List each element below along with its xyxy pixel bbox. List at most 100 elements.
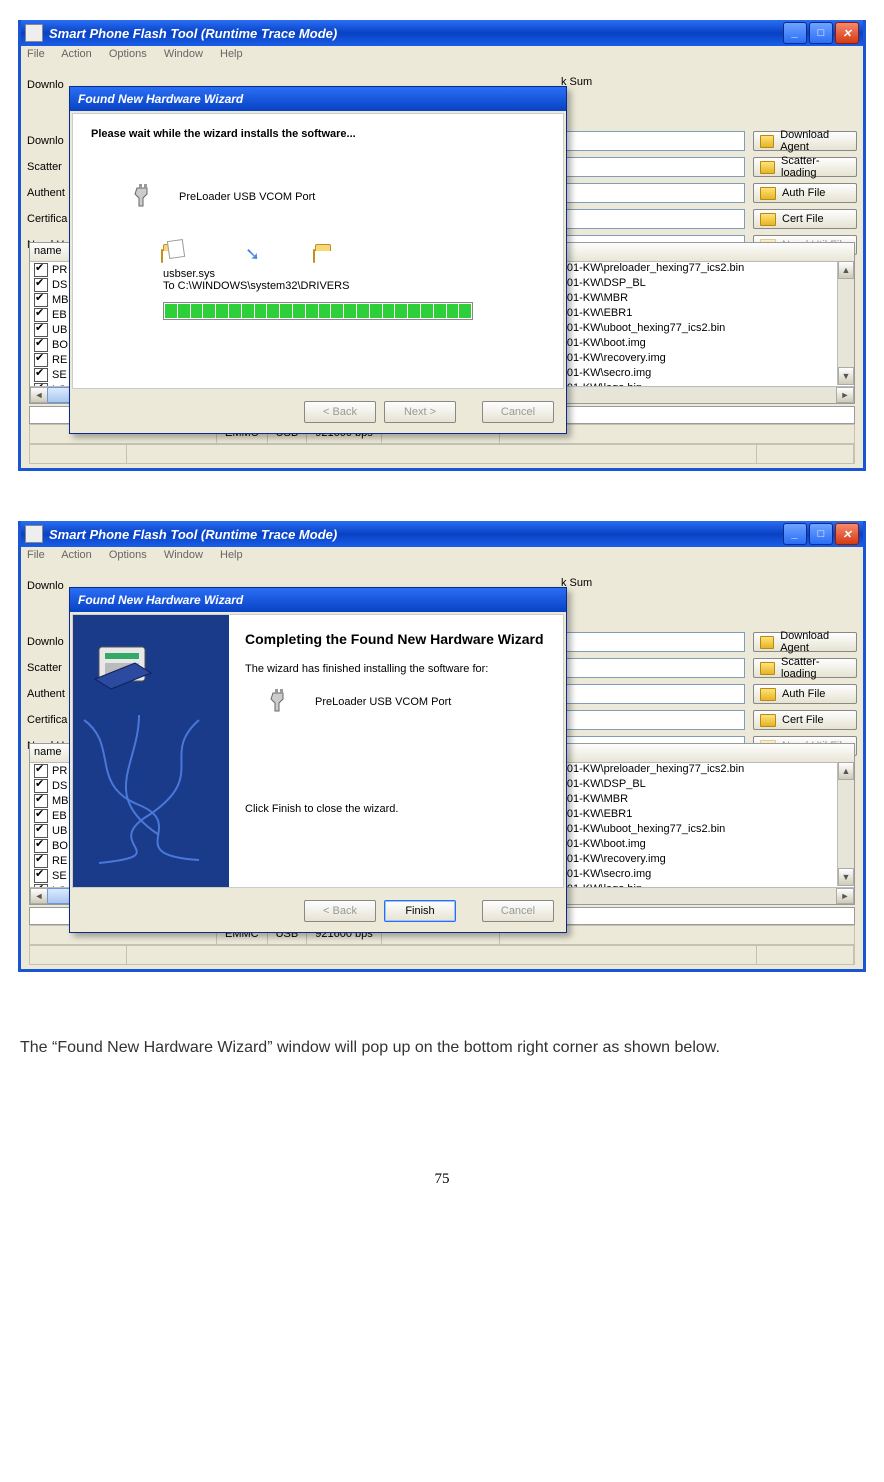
install-progress-bar bbox=[163, 302, 473, 320]
partition-path: 3_G901-KW\DSP_BL bbox=[540, 777, 836, 792]
menu-help[interactable]: Help bbox=[220, 48, 243, 60]
checkbox-icon[interactable] bbox=[34, 323, 48, 337]
menubar[interactable]: File Action Options Window Help bbox=[21, 46, 863, 70]
window-title: Smart Phone Flash Tool (Runtime Trace Mo… bbox=[49, 527, 337, 542]
checkbox-icon[interactable] bbox=[34, 809, 48, 823]
next-button: Next > bbox=[384, 401, 456, 423]
vertical-scrollbar[interactable]: ▲▼ bbox=[837, 261, 854, 385]
scatter-button[interactable]: Scatter-loading bbox=[753, 157, 857, 177]
scroll-up-icon[interactable]: ▲ bbox=[838, 261, 854, 279]
app-icon bbox=[25, 24, 43, 42]
checkbox-icon[interactable] bbox=[34, 839, 48, 853]
hardware-wizard-installing: Found New Hardware Wizard Please wait wh… bbox=[69, 86, 567, 434]
folder-icon bbox=[760, 161, 775, 174]
path-column: 3_G901-KW\preloader_hexing77_ics2.bin 3_G… bbox=[540, 261, 836, 404]
checkbox-icon[interactable] bbox=[34, 824, 48, 838]
wizard-titlebar[interactable]: Found New Hardware Wizard bbox=[70, 588, 566, 612]
folder-icon bbox=[760, 636, 774, 649]
back-button: < Back bbox=[304, 900, 376, 922]
menu-window[interactable]: Window bbox=[164, 549, 203, 561]
download-agent-button[interactable]: Download Agent bbox=[753, 632, 857, 652]
checkbox-icon[interactable] bbox=[34, 278, 48, 292]
auth-button[interactable]: Auth File bbox=[753, 183, 857, 203]
minimize-button[interactable]: _ bbox=[783, 523, 807, 545]
scroll-down-icon[interactable]: ▼ bbox=[838, 868, 854, 886]
wizard-heading: Please wait while the wizard installs th… bbox=[91, 128, 545, 140]
file-name: usbser.sys bbox=[163, 268, 545, 280]
cert-button[interactable]: Cert File bbox=[753, 209, 857, 229]
wizard-side-panel bbox=[73, 615, 229, 887]
cert-button[interactable]: Cert File bbox=[753, 710, 857, 730]
folder-icon bbox=[760, 187, 776, 200]
maximize-button[interactable]: □ bbox=[809, 22, 833, 44]
folder-icon bbox=[760, 662, 775, 675]
hardware-icon bbox=[91, 633, 155, 697]
window-title: Smart Phone Flash Tool (Runtime Trace Mo… bbox=[49, 26, 337, 41]
menu-options[interactable]: Options bbox=[109, 48, 147, 60]
device-plug-icon bbox=[133, 184, 159, 210]
back-button: < Back bbox=[304, 401, 376, 423]
folder-icon bbox=[760, 135, 774, 148]
menu-help[interactable]: Help bbox=[220, 549, 243, 561]
status-bar-2 bbox=[29, 444, 855, 464]
scroll-right-icon[interactable]: ► bbox=[836, 387, 854, 403]
partition-path: 3_G901-KW\preloader_hexing77_ics2.bin bbox=[540, 762, 836, 777]
titlebar[interactable]: Smart Phone Flash Tool (Runtime Trace Mo… bbox=[21, 20, 863, 46]
checkbox-icon[interactable] bbox=[34, 263, 48, 277]
checkbox-icon[interactable] bbox=[34, 869, 48, 883]
scatter-button[interactable]: Scatter-loading bbox=[753, 658, 857, 678]
menubar[interactable]: File Action Options Window Help bbox=[21, 547, 863, 571]
checkbox-icon[interactable] bbox=[34, 779, 48, 793]
folder-icon bbox=[760, 688, 776, 701]
partition-path: 3_G901-KW\recovery.img bbox=[540, 852, 836, 867]
checkbox-icon[interactable] bbox=[34, 308, 48, 322]
checkbox-icon[interactable] bbox=[34, 854, 48, 868]
folder-icon bbox=[760, 213, 776, 226]
cancel-button: Cancel bbox=[482, 900, 554, 922]
device-plug-icon bbox=[269, 689, 295, 715]
hardware-wizard-complete: Found New Hardware Wizard bbox=[69, 587, 567, 933]
menu-options[interactable]: Options bbox=[109, 549, 147, 561]
close-button[interactable]: ✕ bbox=[835, 22, 859, 44]
checkbox-icon[interactable] bbox=[34, 353, 48, 367]
minimize-button[interactable]: _ bbox=[783, 22, 807, 44]
menu-action[interactable]: Action bbox=[61, 549, 92, 561]
scroll-right-icon[interactable]: ► bbox=[836, 888, 854, 904]
partition-path: 3_G901-KW\secro.img bbox=[540, 867, 836, 882]
document-paragraph: The “Found New Hardware Wizard” window w… bbox=[18, 1022, 866, 1061]
checkbox-icon[interactable] bbox=[34, 293, 48, 307]
source-folder-icon bbox=[161, 249, 163, 263]
transfer-arrow-icon: ➘ bbox=[245, 244, 260, 265]
scroll-up-icon[interactable]: ▲ bbox=[838, 762, 854, 780]
scroll-left-icon[interactable]: ◄ bbox=[30, 888, 48, 904]
checkbox-icon[interactable] bbox=[34, 338, 48, 352]
partition-path: 3_G901-KW\preloader_hexing77_ics2.bin bbox=[540, 261, 836, 276]
partition-path: 3_G901-KW\MBR bbox=[540, 792, 836, 807]
menu-file[interactable]: File bbox=[27, 549, 45, 561]
menu-window[interactable]: Window bbox=[164, 48, 203, 60]
vertical-scrollbar[interactable]: ▲▼ bbox=[837, 762, 854, 886]
close-button[interactable]: ✕ bbox=[835, 523, 859, 545]
wizard-subtext: The wizard has finished installing the s… bbox=[245, 663, 547, 675]
auth-button[interactable]: Auth File bbox=[753, 684, 857, 704]
checkbox-icon[interactable] bbox=[34, 368, 48, 382]
scroll-left-icon[interactable]: ◄ bbox=[30, 387, 48, 403]
partition-path: 3_G901-KW\EBR1 bbox=[540, 306, 836, 321]
scroll-down-icon[interactable]: ▼ bbox=[838, 367, 854, 385]
wizard-titlebar[interactable]: Found New Hardware Wizard bbox=[70, 87, 566, 111]
menu-action[interactable]: Action bbox=[61, 48, 92, 60]
finish-button[interactable]: Finish bbox=[384, 900, 456, 922]
partition-path: 3_G901-KW\boot.img bbox=[540, 336, 836, 351]
download-agent-button[interactable]: Download Agent bbox=[753, 131, 857, 151]
partition-path: 3_G901-KW\uboot_hexing77_ics2.bin bbox=[540, 321, 836, 336]
titlebar[interactable]: Smart Phone Flash Tool (Runtime Trace Mo… bbox=[21, 521, 863, 547]
device-name: PreLoader USB VCOM Port bbox=[179, 191, 315, 203]
checkbox-icon[interactable] bbox=[34, 764, 48, 778]
menu-file[interactable]: File bbox=[27, 48, 45, 60]
checkbox-icon[interactable] bbox=[34, 794, 48, 808]
partition-path: 3_G901-KW\boot.img bbox=[540, 837, 836, 852]
wizard-heading: Completing the Found New Hardware Wizard bbox=[245, 631, 547, 647]
flash-tool-window-2: Smart Phone Flash Tool (Runtime Trace Mo… bbox=[18, 521, 866, 972]
maximize-button[interactable]: □ bbox=[809, 523, 833, 545]
destination-path: To C:\WINDOWS\system32\DRIVERS bbox=[163, 280, 545, 292]
